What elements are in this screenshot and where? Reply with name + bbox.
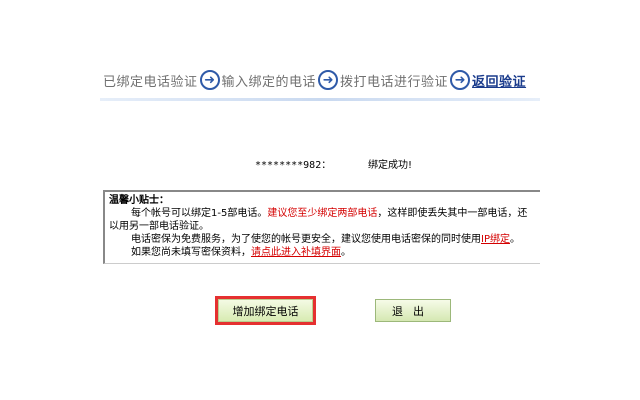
arrow-right-icon: ➜ <box>318 70 339 90</box>
add-bound-phone-button[interactable]: 增加绑定电话 <box>215 296 316 325</box>
tips-text: 电话密保为免费服务，为了使您的帐号更安全，建议您使用电话密保的同时使用 <box>131 234 481 245</box>
tips-text: 。 <box>341 247 351 258</box>
step-1-label: 已绑定电话验证 <box>103 74 198 90</box>
tips-line-2: 以用另一部电话验证。 <box>109 221 209 232</box>
bind-result: ********982： 绑定成功! <box>0 156 640 172</box>
ip-bind-link[interactable]: IP绑定 <box>481 234 510 245</box>
tips-line-1: 每个帐号可以绑定1-5部电话。建议您至少绑定两部电话，这样即使丢失其中一部电话，… <box>109 207 540 220</box>
tips-text: 如果您尚未填写密保资料， <box>131 247 251 258</box>
success-message: 绑定成功! <box>368 160 413 171</box>
step-3-label: 拨打电话进行验证 <box>340 74 449 90</box>
exit-button[interactable]: 退出 <box>375 299 451 322</box>
fill-security-info-link[interactable]: 请点此进入补填界面 <box>251 247 341 258</box>
tips-text: 。 <box>509 234 520 245</box>
tips-text: ，这样即使丢失其中一部电话，还 <box>377 208 528 219</box>
step-4-link[interactable]: 返回验证 <box>472 71 526 90</box>
step-2-label: 输入绑定的电话 <box>221 74 317 90</box>
steps-divider <box>100 98 540 101</box>
add-bound-phone-label: 增加绑定电话 <box>218 299 313 322</box>
tips-red-highlight: 建议您至少绑定两部电话 <box>267 208 378 219</box>
masked-phone-number: ********982： <box>255 160 332 171</box>
arrow-right-icon: ➜ <box>450 70 471 90</box>
step-progress-bar: 已绑定电话验证 ➜ 输入绑定的电话 ➜ 拨打电话进行验证 ➜ 返回验证 <box>0 66 540 94</box>
tips-text: 每个帐号可以绑定1-5部电话。 <box>131 208 268 219</box>
tips-box: 温馨小贴士： 每个帐号可以绑定1-5部电话。建议您至少绑定两部电话，这样即使丢失… <box>103 190 540 264</box>
tips-line-4: 如果您尚未填写密保资料，请点此进入补填界面。 <box>109 246 540 259</box>
tips-title: 温馨小贴士： <box>109 195 169 206</box>
tips-line-3: 电话密保为免费服务，为了使您的帐号更安全，建议您使用电话密保的同时使用IP绑定。 <box>109 233 540 246</box>
arrow-right-icon: ➜ <box>199 70 220 90</box>
